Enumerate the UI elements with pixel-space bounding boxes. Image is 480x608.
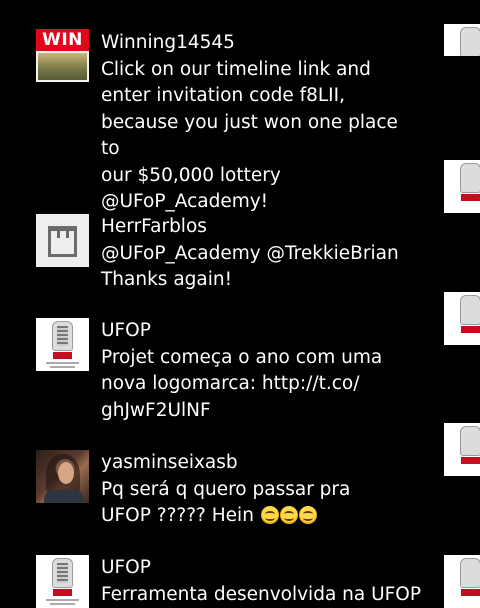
caption-line xyxy=(50,366,75,368)
emblem-shape xyxy=(460,163,480,193)
tweet-text: Ferramenta desenvolvida na UFOP xyxy=(101,582,421,608)
next-panorama-column[interactable] xyxy=(444,0,480,600)
tweet-author[interactable]: UFOP xyxy=(101,555,421,582)
emblem-shape xyxy=(460,558,480,588)
money-stack-image xyxy=(38,53,87,80)
tweet-body: Winning14545 Click on our timeline link … xyxy=(101,29,421,216)
tweet-body: UFOP Projet começa o ano com uma nova lo… xyxy=(101,318,421,424)
tweet-text: Projet começa o ano com uma nova logomar… xyxy=(101,345,421,425)
ufop-emblem-avatar[interactable] xyxy=(444,24,480,56)
ufop-red-tag xyxy=(53,589,72,596)
ufop-emblem-avatar[interactable] xyxy=(36,555,89,608)
logo-square-shape xyxy=(48,226,77,257)
emblem-shape xyxy=(460,295,480,325)
emblem-shape xyxy=(460,27,480,56)
caption-line xyxy=(46,362,79,364)
user-photo-avatar[interactable] xyxy=(36,450,89,503)
ufop-red-tag xyxy=(461,589,480,596)
ufop-red-tag xyxy=(461,457,480,464)
tweet-body: HerrFarblos @UFoP_Academy @TrekkieBrian … xyxy=(101,214,421,294)
tweet-author[interactable]: yasminseixasb xyxy=(101,450,421,477)
ufop-emblem-avatar[interactable] xyxy=(444,292,480,345)
ufop-emblem-avatar[interactable] xyxy=(36,318,89,371)
ufop-emblem-avatar[interactable] xyxy=(444,423,480,476)
square-logo-avatar[interactable] xyxy=(36,214,89,267)
logo-bar xyxy=(57,228,60,238)
tweet-text: @UFoP_Academy @TrekkieBrian Thanks again… xyxy=(101,241,421,294)
caption-line xyxy=(46,599,79,601)
tweet-body: yasminseixasb Pq será q quero passar pra… xyxy=(101,450,421,530)
avatar-win-label: WIN xyxy=(36,29,89,51)
tweet-text: Pq será q quero passar pra UFOP ????? He… xyxy=(101,477,421,530)
ufop-red-tag xyxy=(461,194,480,201)
photo-shirt xyxy=(44,490,84,503)
tweet-text: Click on our timeline link and enter inv… xyxy=(101,57,421,216)
photo-face xyxy=(58,462,74,484)
ufop-emblem-avatar[interactable] xyxy=(444,160,480,213)
tweet-author[interactable]: HerrFarblos xyxy=(101,214,421,241)
grinning-face-emoji-icon xyxy=(261,506,279,524)
caption-line xyxy=(50,603,75,605)
emblem-shape xyxy=(52,321,73,351)
grinning-face-emoji-icon xyxy=(299,506,317,524)
win-money-avatar[interactable]: WIN xyxy=(36,29,89,82)
tweet-author[interactable]: UFOP xyxy=(101,318,421,345)
ufop-red-tag xyxy=(461,326,480,333)
tweet-author[interactable]: Winning14545 xyxy=(101,30,421,57)
grinning-face-emoji-icon xyxy=(280,506,298,524)
logo-bar xyxy=(66,228,69,238)
ufop-emblem-avatar[interactable] xyxy=(444,555,480,608)
tweet-body: UFOP Ferramenta desenvolvida na UFOP xyxy=(101,555,421,608)
ufop-red-tag xyxy=(53,352,72,359)
emblem-shape xyxy=(460,426,480,456)
emblem-shape xyxy=(52,558,73,588)
